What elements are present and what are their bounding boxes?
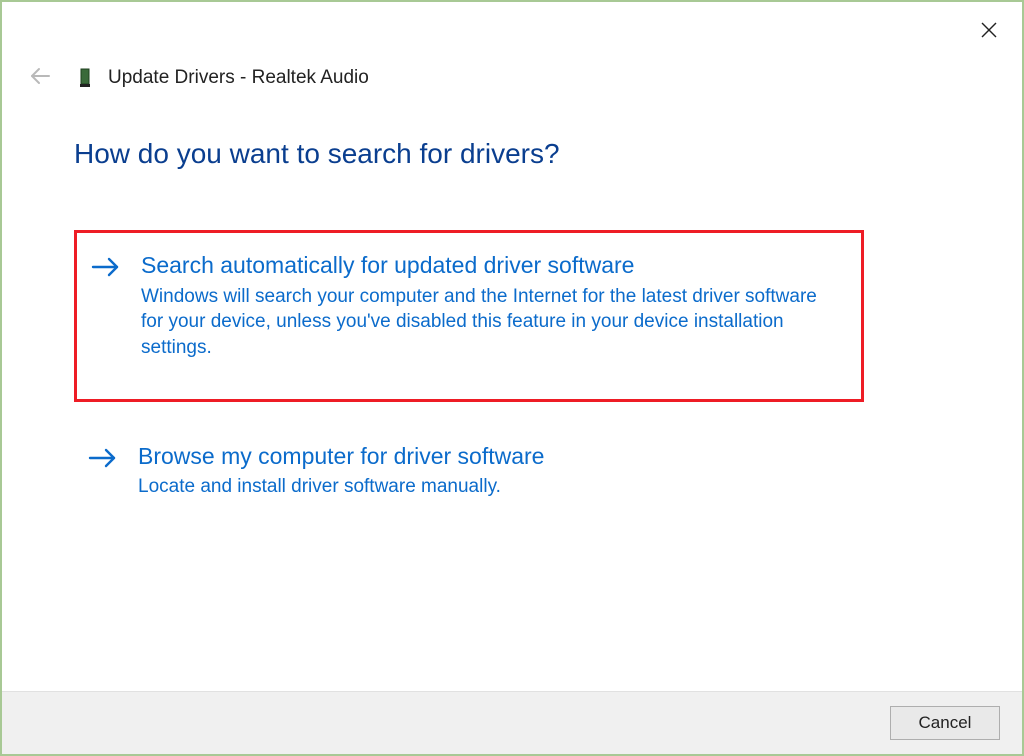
dialog-title: Update Drivers - Realtek Audio: [108, 67, 369, 89]
update-drivers-dialog: Update Drivers - Realtek Audio How do yo…: [0, 0, 1024, 756]
dialog-content: How do you want to search for drivers? S…: [2, 92, 1022, 691]
option-search-automatically[interactable]: Search automatically for updated driver …: [74, 230, 864, 402]
dialog-footer: Cancel: [2, 691, 1022, 754]
option-text: Search automatically for updated driver …: [141, 251, 839, 361]
device-icon: [76, 66, 94, 90]
cancel-button[interactable]: Cancel: [890, 706, 1000, 740]
close-icon: [980, 21, 998, 42]
arrow-right-icon: [89, 253, 123, 281]
option-browse-computer[interactable]: Browse my computer for driver software L…: [74, 424, 864, 520]
option-description: Locate and install driver software manua…: [138, 474, 818, 500]
option-text: Browse my computer for driver software L…: [138, 442, 842, 500]
option-description: Windows will search your computer and th…: [141, 284, 821, 361]
page-heading: How do you want to search for drivers?: [74, 138, 982, 170]
back-button[interactable]: [26, 64, 54, 92]
close-button[interactable]: [974, 16, 1004, 46]
arrow-left-icon: [28, 64, 52, 93]
option-title: Browse my computer for driver software: [138, 442, 842, 471]
dialog-header: Update Drivers - Realtek Audio: [2, 2, 1022, 92]
option-title: Search automatically for updated driver …: [141, 251, 839, 280]
arrow-right-icon: [86, 444, 120, 472]
